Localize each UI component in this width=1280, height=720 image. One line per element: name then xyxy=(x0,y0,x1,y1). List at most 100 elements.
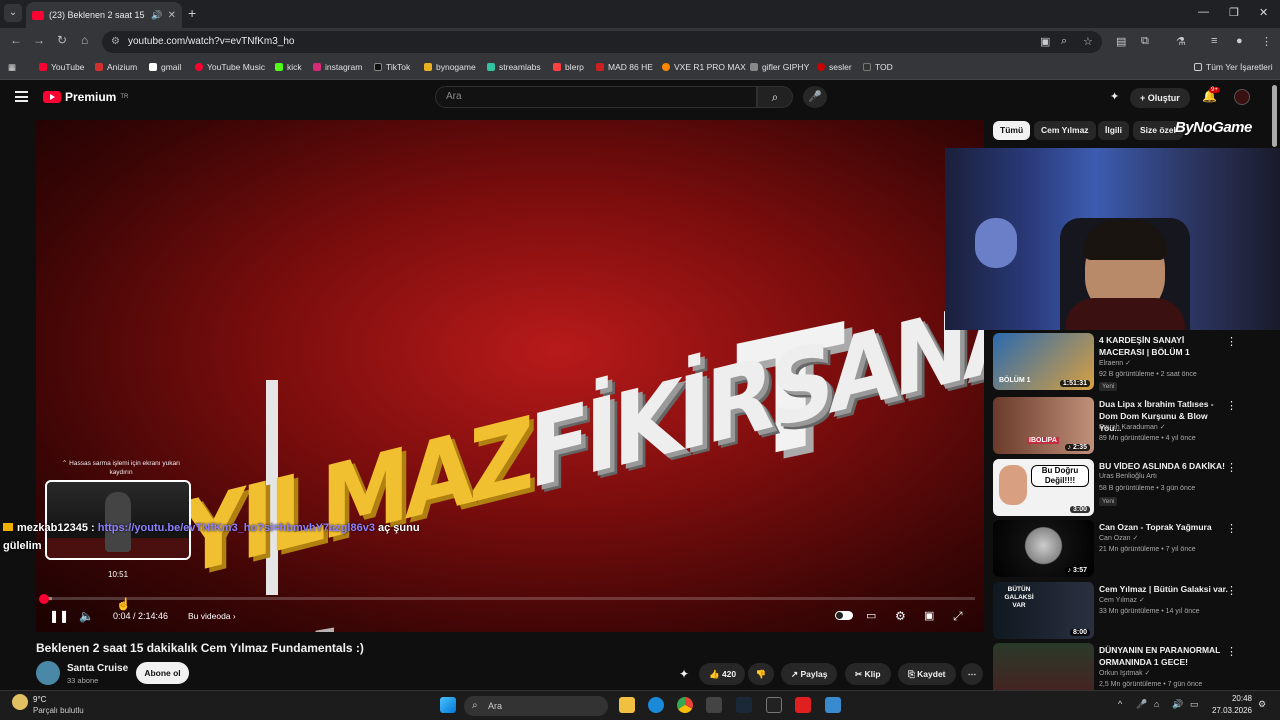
media-icon[interactable]: ≡ xyxy=(1211,35,1217,47)
zoom-icon[interactable]: ⌕ xyxy=(1061,35,1067,48)
browser-tab[interactable]: (23) Beklenen 2 saat 15 dakik 🔊 ✕ xyxy=(26,2,182,28)
channel-avatar[interactable] xyxy=(36,661,60,685)
rec-channel[interactable]: Emrah Karaduman ✓ xyxy=(1099,423,1166,431)
restore-button[interactable]: ❐ xyxy=(1229,6,1239,19)
bookmark-item[interactable]: bynogame xyxy=(424,62,476,72)
menu-icon[interactable] xyxy=(15,91,28,102)
rec-menu-icon[interactable]: ⋮ xyxy=(1226,461,1237,474)
voice-search-button[interactable]: 🎤 xyxy=(803,86,827,108)
notification-center-icon[interactable]: ⚙ xyxy=(1258,699,1266,710)
chrome-icon[interactable] xyxy=(677,697,693,713)
account-avatar[interactable] xyxy=(1234,89,1250,105)
steam-icon[interactable] xyxy=(736,697,752,713)
rec-channel[interactable]: Uras Benlioğlu Artı xyxy=(1099,473,1157,480)
weather-icon[interactable] xyxy=(12,694,28,710)
rec-title[interactable]: Can Ozan - Toprak Yağmura xyxy=(1099,521,1229,533)
search-input[interactable]: Ara xyxy=(435,86,757,108)
recommended-video[interactable]: Bu Doğru Değil!!!! 3:00 BU VİDEO ASLINDA… xyxy=(993,459,1253,517)
rec-channel[interactable]: Elraenn ✓ xyxy=(1099,359,1131,367)
clock-date[interactable]: 27.03.2026 xyxy=(1210,706,1252,715)
video-thumbnail[interactable]: IBOLIPA ♪ 2:35 xyxy=(993,397,1094,454)
rec-channel[interactable]: Orkun Işıtmak ✓ xyxy=(1099,669,1150,677)
bookmark-item[interactable]: MAD 86 HE xyxy=(596,62,653,72)
theater-mode-icon[interactable]: ▣ xyxy=(924,609,934,622)
app-icon[interactable] xyxy=(825,697,841,713)
bookmark-item[interactable]: kick xyxy=(275,62,302,72)
bookmark-item[interactable]: TOD xyxy=(863,62,893,72)
bookmark-item[interactable]: TikTok xyxy=(374,62,410,72)
bookmark-item[interactable]: streamlabs xyxy=(487,62,541,72)
bookmark-item[interactable]: gifler GIPHY xyxy=(750,62,809,72)
like-button[interactable]: 👍 420 xyxy=(699,663,745,685)
pause-button[interactable]: ❚❚ xyxy=(49,609,69,623)
settings-gear-icon[interactable]: ⚙ xyxy=(895,609,906,623)
microphone-icon[interactable]: 🎤 xyxy=(1136,699,1147,710)
create-button[interactable]: + Oluştur xyxy=(1130,88,1190,108)
rec-title[interactable]: Cem Yılmaz | Bütün Galaksi var. xyxy=(1099,583,1229,595)
close-window-button[interactable]: ✕ xyxy=(1259,6,1268,19)
profile-icon[interactable]: ● xyxy=(1236,35,1243,47)
close-tab-icon[interactable]: ✕ xyxy=(168,10,176,21)
tab-search-icon[interactable]: ⌄ xyxy=(4,4,22,22)
recommended-video[interactable]: BÖLÜM 1 1:51:31 4 KARDEŞİN SANAYİ MACERA… xyxy=(993,333,1253,391)
forward-button[interactable]: → xyxy=(33,33,45,47)
bookmark-item[interactable]: VXE R1 PRO MAX xyxy=(662,62,746,72)
progress-bar[interactable] xyxy=(44,597,975,600)
chip-related[interactable]: İlgili xyxy=(1098,121,1129,140)
save-button[interactable]: ⎘ Kaydet xyxy=(898,663,956,685)
video-thumbnail[interactable]: BÜTÜN GALAKSİ VAR 8:00 xyxy=(993,582,1094,639)
recommended-video[interactable]: DÜNYANIN EN PARANORMAL ORMANINDA 1 GECE!… xyxy=(993,643,1253,690)
channel-name[interactable]: Santa Cruise xyxy=(67,663,128,674)
browser-menu-icon[interactable]: ⋮ xyxy=(1261,35,1272,48)
edge-icon[interactable] xyxy=(648,697,664,713)
bookmark-star-icon[interactable]: ☆ xyxy=(1083,35,1093,48)
address-bar[interactable]: ⚙ youtube.com/watch?v=evTNfKm3_ho xyxy=(102,31,1102,53)
youtube-logo[interactable]: Premium TR xyxy=(43,90,128,104)
autoplay-toggle[interactable] xyxy=(835,611,853,620)
clip-button[interactable]: ✂ Klip xyxy=(845,663,891,685)
rec-menu-icon[interactable]: ⋮ xyxy=(1226,645,1237,658)
subscribe-button[interactable]: Abone ol xyxy=(136,662,189,684)
video-thumbnail[interactable]: Bu Doğru Değil!!!! 3:00 xyxy=(993,459,1094,516)
site-info-icon[interactable]: ⚙ xyxy=(111,31,120,53)
chip-cem-yilmaz[interactable]: Cem Yılmaz xyxy=(1034,121,1096,140)
network-icon[interactable]: ⌂ xyxy=(1154,699,1159,709)
rec-channel[interactable]: Cem Yılmaz ✓ xyxy=(1099,596,1145,604)
volume-button[interactable]: 🔈 xyxy=(79,609,94,623)
bookmark-item[interactable]: Anizium xyxy=(95,62,137,72)
clock-time[interactable]: 20:48 xyxy=(1210,694,1252,703)
bookmark-item[interactable]: blerp xyxy=(553,62,584,72)
rec-menu-icon[interactable]: ⋮ xyxy=(1226,522,1237,535)
battery-icon[interactable]: ▭ xyxy=(1190,699,1199,710)
windows-start-icon[interactable] xyxy=(440,697,456,713)
store-icon[interactable] xyxy=(706,697,722,713)
rec-channel[interactable]: Can Ozan ✓ xyxy=(1099,534,1138,542)
tray-chevron-icon[interactable]: ^ xyxy=(1118,699,1122,709)
rec-title[interactable]: 4 KARDEŞİN SANAYİ MACERASI | BÖLÜM 1 xyxy=(1099,334,1229,358)
all-bookmarks[interactable]: Tüm Yer İşaretleri xyxy=(1194,62,1273,72)
video-thumbnail[interactable]: ♪ 3:57 xyxy=(993,520,1094,577)
chapter-button[interactable]: Bu videoda › xyxy=(188,611,236,621)
rec-menu-icon[interactable]: ⋮ xyxy=(1226,399,1237,412)
video-thumbnail[interactable] xyxy=(993,643,1094,690)
recommended-video[interactable]: ♪ 3:57 Can Ozan - Toprak Yağmura Can Oza… xyxy=(993,520,1253,578)
epic-games-icon[interactable] xyxy=(766,697,782,713)
new-tab-button[interactable]: + xyxy=(188,5,196,21)
video-thumbnail[interactable]: BÖLÜM 1 1:51:31 xyxy=(993,333,1094,390)
dislike-button[interactable]: 👎 xyxy=(748,663,774,685)
app-icon[interactable] xyxy=(795,697,811,713)
rec-title[interactable]: DÜNYANIN EN PARANORMAL ORMANINDA 1 GECE! xyxy=(1099,644,1229,668)
bookmark-item[interactable]: YouTube Music xyxy=(195,62,265,72)
apps-grid-icon[interactable]: ▦ xyxy=(8,62,16,73)
rec-menu-icon[interactable]: ⋮ xyxy=(1226,584,1237,597)
bookmark-item[interactable]: instagram xyxy=(313,62,362,72)
bookmark-item[interactable]: YouTube xyxy=(39,62,84,72)
subtitles-icon[interactable]: ▭ xyxy=(866,609,876,622)
cast-icon[interactable]: ✦ xyxy=(1110,90,1119,103)
volume-icon[interactable]: 🔊 xyxy=(1172,699,1183,710)
recommended-video[interactable]: BÜTÜN GALAKSİ VAR 8:00 Cem Yılmaz | Bütü… xyxy=(993,582,1253,640)
more-actions-button[interactable]: ⋯ xyxy=(961,663,983,685)
share-button[interactable]: ↗ Paylaş xyxy=(781,663,838,685)
back-button[interactable]: ← xyxy=(10,33,22,47)
chip-all[interactable]: Tümü xyxy=(993,121,1031,140)
